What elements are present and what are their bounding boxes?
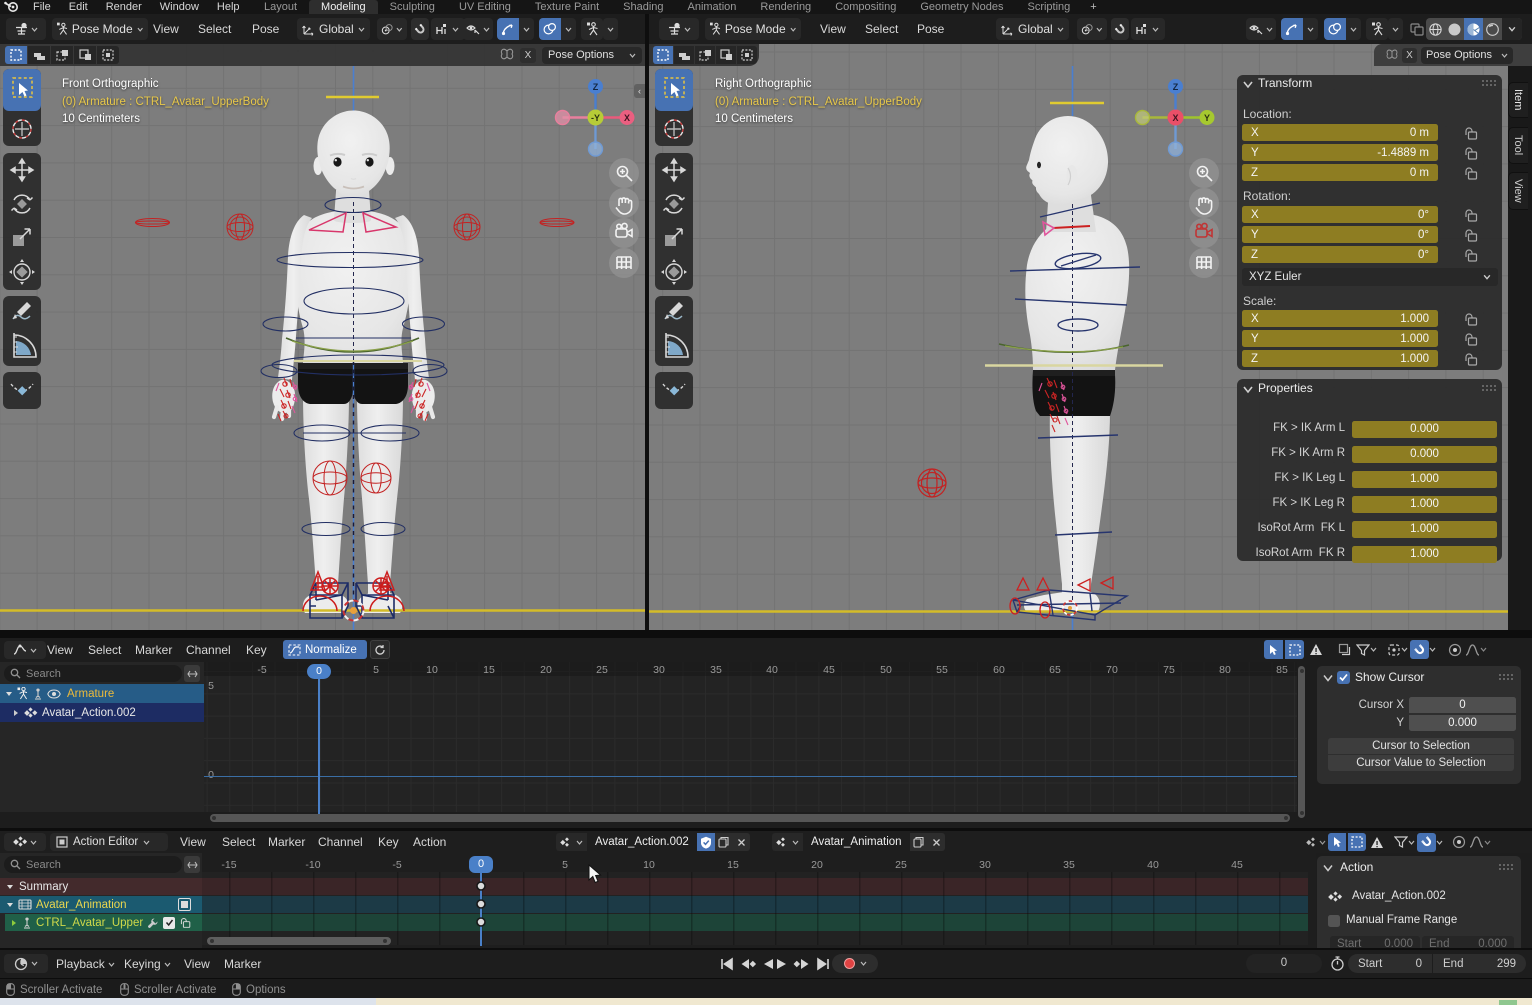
svg-text:-Y: -Y (591, 113, 600, 123)
svg-text:Y: Y (1204, 113, 1210, 123)
svg-text:X: X (624, 113, 630, 123)
svg-text:Z: Z (593, 82, 599, 92)
svg-text:Z: Z (1173, 82, 1179, 92)
svg-text:X: X (1172, 113, 1178, 123)
